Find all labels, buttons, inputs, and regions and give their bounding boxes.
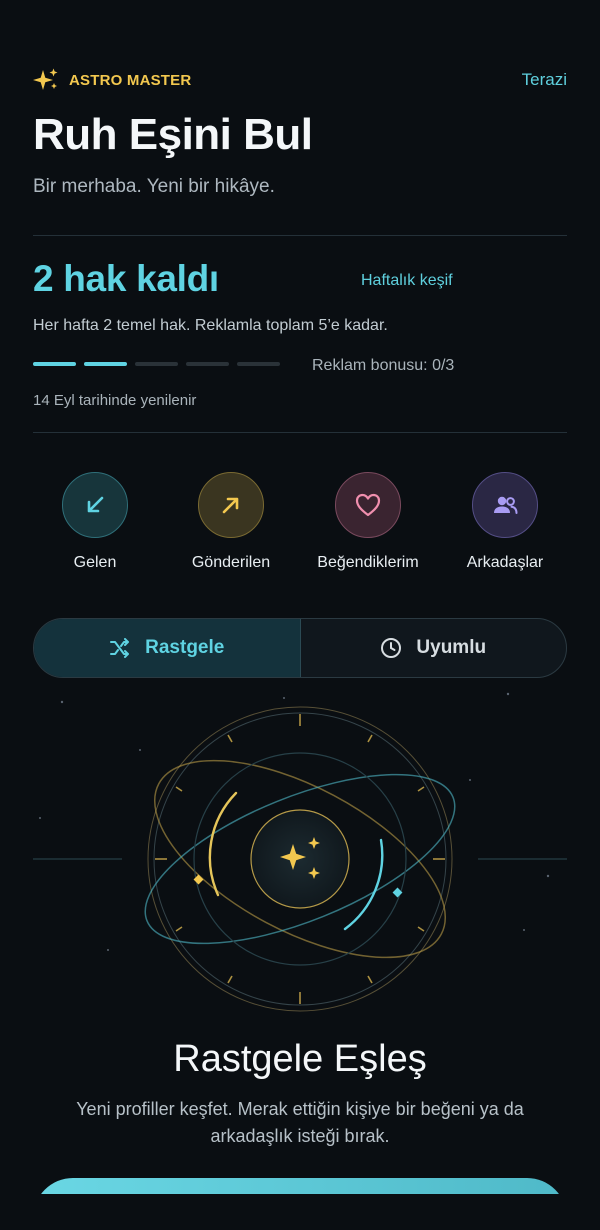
progress-segment — [237, 362, 280, 366]
random-match-description: Yeni profiller keşfet. Merak ettiğin kiş… — [76, 1099, 524, 1146]
quick-actions: Gelen Gönderilen Beğendiklerim Arkadaşla… — [0, 472, 600, 582]
cyan-marker — [392, 887, 403, 898]
weekly-discovery-link[interactable]: Haftalık keşif — [361, 272, 453, 290]
brand: ASTRO MASTER — [33, 68, 191, 92]
sent-icon-circle — [198, 472, 264, 538]
remaining-credits: 2 hak kaldı — [33, 258, 219, 299]
random-match-title: Rastgele Eşleş — [173, 1038, 427, 1080]
page: ASTRO MASTER Terazi Ruh Eşini Bul Bir me… — [0, 0, 600, 1230]
divider — [33, 235, 567, 236]
sent-label: Gönderilen — [191, 554, 271, 571]
friends-icon-circle — [472, 472, 538, 538]
progress-segment — [135, 362, 178, 366]
gold-arc — [208, 791, 238, 897]
progress-segment — [186, 362, 229, 366]
clock-icon — [381, 638, 402, 658]
credits-description: Her hafta 2 temel hak. Reklamla toplam 5… — [33, 317, 388, 334]
cyan-arc — [343, 838, 384, 931]
ad-bonus-status: Reklam bonusu: 0/3 — [312, 357, 455, 374]
progress-segment — [33, 362, 76, 366]
zodiac-sign-link[interactable]: Terazi — [522, 70, 567, 90]
arrow-up-right-icon — [222, 497, 239, 514]
credits-progress — [33, 362, 280, 366]
tab-random-label: Rastgele — [145, 637, 225, 658]
brand-label: ASTRO MASTER — [69, 71, 192, 89]
sparkle-icon — [33, 68, 58, 90]
users-icon — [494, 496, 518, 514]
incoming-icon-circle — [62, 472, 128, 538]
arrow-down-left-icon — [87, 496, 104, 513]
orbit-illustration — [33, 692, 567, 1012]
divider — [33, 432, 567, 433]
header-row: ASTRO MASTER Terazi — [33, 68, 567, 92]
liked-label: Beğendiklerim — [317, 554, 419, 571]
renew-date: 14 Eyl tarihinde yenilenir — [33, 392, 197, 409]
page-subtitle: Bir merhaba. Yeni bir hikâye. — [33, 176, 275, 197]
page-title: Ruh Eşini Bul — [33, 110, 313, 159]
tab-compatible[interactable]: Uyumlu — [301, 619, 567, 677]
liked-icon-circle — [335, 472, 401, 538]
incoming-label: Gelen — [73, 554, 117, 571]
tab-random[interactable]: Rastgele — [34, 619, 301, 677]
shuffle-icon — [110, 638, 130, 658]
heart-icon — [355, 493, 381, 517]
mode-toggle: Rastgele Uyumlu — [33, 618, 567, 678]
progress-segment — [84, 362, 127, 366]
friends-button[interactable]: Arkadaşlar — [435, 472, 575, 572]
bottom-bar — [0, 1194, 600, 1230]
friends-label: Arkadaşlar — [466, 554, 544, 571]
sent-button[interactable]: Gönderilen — [161, 472, 301, 572]
core-circle — [250, 809, 350, 909]
tab-compatible-label: Uyumlu — [416, 637, 487, 658]
liked-button[interactable]: Beğendiklerim — [298, 472, 438, 572]
incoming-button[interactable]: Gelen — [25, 472, 165, 572]
